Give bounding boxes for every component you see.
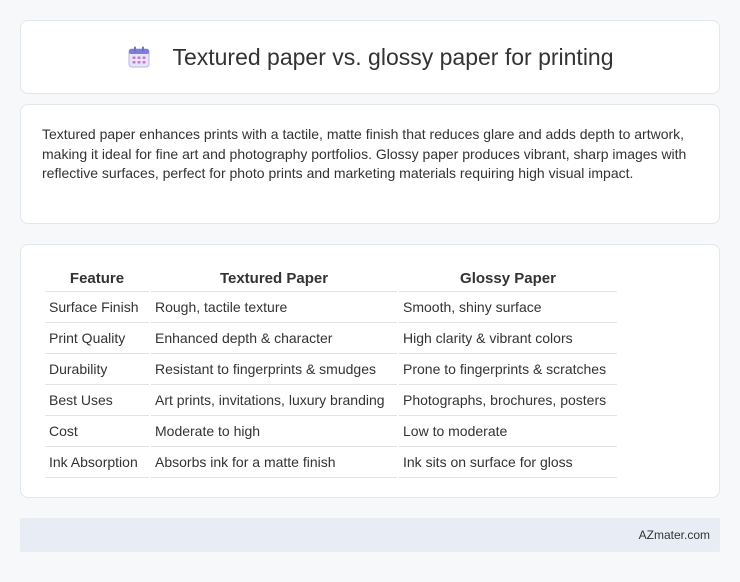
textured-cell: Art prints, invitations, luxury branding [151, 385, 397, 416]
footer-bar: AZmater.com [20, 518, 720, 552]
feature-cell: Surface Finish [45, 292, 149, 323]
feature-cell: Cost [45, 416, 149, 447]
description-card: Textured paper enhances prints with a ta… [20, 104, 720, 224]
table-row: Print Quality Enhanced depth & character… [45, 323, 617, 354]
comparison-card: Feature Textured Paper Glossy Paper Surf… [20, 244, 720, 498]
header-textured-paper: Textured Paper [151, 266, 397, 292]
table-row: Ink Absorption Absorbs ink for a matte f… [45, 447, 617, 478]
description-text: Textured paper enhances prints with a ta… [42, 126, 687, 181]
page-title: Textured paper vs. glossy paper for prin… [172, 43, 614, 70]
table-header-row: Feature Textured Paper Glossy Paper [45, 266, 617, 292]
table-row: Cost Moderate to high Low to moderate [45, 416, 617, 447]
textured-cell: Resistant to fingerprints & smudges [151, 354, 397, 385]
textured-cell: Enhanced depth & character [151, 323, 397, 354]
glossy-cell: Ink sits on surface for gloss [399, 447, 617, 478]
footer-brand[interactable]: AZmater.com [639, 528, 710, 542]
textured-cell: Rough, tactile texture [151, 292, 397, 323]
table-row: Best Uses Art prints, invitations, luxur… [45, 385, 617, 416]
textured-cell: Moderate to high [151, 416, 397, 447]
table-row: Surface Finish Rough, tactile texture Sm… [45, 292, 617, 323]
feature-cell: Durability [45, 354, 149, 385]
title-wrap: Textured paper vs. glossy paper for prin… [126, 43, 614, 71]
glossy-cell: Low to moderate [399, 416, 617, 447]
glossy-cell: Photographs, brochures, posters [399, 385, 617, 416]
textured-cell: Absorbs ink for a matte finish [151, 447, 397, 478]
header-glossy-paper: Glossy Paper [399, 266, 617, 292]
table-row: Durability Resistant to fingerprints & s… [45, 354, 617, 385]
calendar-icon [128, 46, 150, 68]
glossy-cell: Smooth, shiny surface [399, 292, 617, 323]
feature-cell: Print Quality [45, 323, 149, 354]
header-feature: Feature [45, 266, 149, 292]
glossy-cell: Prone to fingerprints & scratches [399, 354, 617, 385]
title-card: Textured paper vs. glossy paper for prin… [20, 20, 720, 94]
feature-cell: Best Uses [45, 385, 149, 416]
comparison-table: Feature Textured Paper Glossy Paper Surf… [43, 266, 619, 478]
feature-cell: Ink Absorption [45, 447, 149, 478]
glossy-cell: High clarity & vibrant colors [399, 323, 617, 354]
